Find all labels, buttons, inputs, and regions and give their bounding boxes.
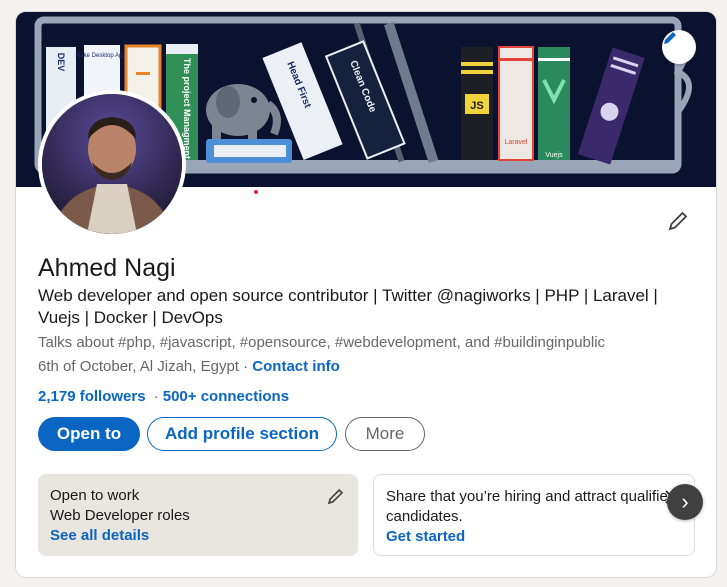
- profile-avatar[interactable]: [38, 90, 186, 238]
- contact-info-link[interactable]: Contact info: [252, 358, 340, 375]
- profile-network-row: 2,179 followers · 500+ connections: [38, 388, 289, 405]
- open-to-button[interactable]: Open to: [38, 417, 140, 451]
- next-card-button[interactable]: ›: [667, 484, 703, 520]
- book-laravel-text: Laravel: [505, 139, 528, 146]
- book-desktop-text: Make Desktop Apps: [75, 53, 128, 59]
- location-separator: ·: [238, 358, 253, 375]
- book-dev-text: DEV: [56, 53, 66, 72]
- more-button[interactable]: More: [345, 417, 425, 451]
- pencil-icon: [327, 488, 344, 505]
- edit-open-to-work-button[interactable]: [326, 486, 346, 506]
- hiring-card[interactable]: Share that you’re hiring and attract qua…: [373, 474, 695, 556]
- profile-name: Ahmed Nagi: [38, 254, 176, 282]
- edit-intro-button[interactable]: [664, 207, 692, 235]
- hiring-title: Share that you’re hiring and attract qua…: [386, 487, 682, 527]
- pencil-icon: [664, 32, 676, 44]
- book-project-text: The project Managment: [182, 58, 192, 159]
- profile-card: DEV Make Desktop Apps The project Managm…: [16, 12, 716, 577]
- pencil-icon: [668, 211, 688, 231]
- profile-headline: Web developer and open source contributo…: [38, 286, 658, 327]
- profile-talks-about: Talks about #php, #javascript, #opensour…: [38, 334, 606, 351]
- profile-location-row: 6th of October, Al Jizah, Egypt · Contac…: [38, 358, 340, 375]
- hiring-title-bold: Share that you’re hiring: [386, 488, 542, 505]
- book-js-text: JS: [470, 100, 483, 112]
- avatar-photo: [42, 94, 182, 234]
- book-vuejs-text: Vuejs: [545, 152, 563, 159]
- status-dot: [254, 190, 258, 194]
- connections-link[interactable]: 500+ connections: [163, 388, 289, 405]
- network-separator: ·: [153, 388, 159, 405]
- open-to-work-title: Open to work: [50, 487, 140, 504]
- followers-link[interactable]: 2,179 followers: [38, 388, 146, 405]
- see-all-details-link[interactable]: See all details: [50, 526, 346, 546]
- edit-banner-button[interactable]: [662, 30, 696, 64]
- chevron-right-icon: ›: [681, 489, 689, 514]
- open-to-work-roles: Web Developer roles: [50, 507, 190, 524]
- open-to-work-card[interactable]: Open to work Web Developer roles See all…: [38, 474, 358, 556]
- profile-location: 6th of October, Al Jizah, Egypt: [38, 358, 239, 375]
- add-profile-section-button[interactable]: Add profile section: [147, 417, 337, 451]
- get-started-link[interactable]: Get started: [386, 527, 682, 547]
